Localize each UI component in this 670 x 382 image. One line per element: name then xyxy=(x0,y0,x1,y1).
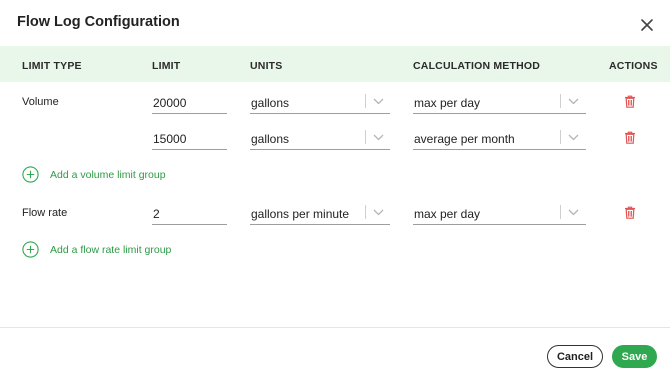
header-actions: ACTIONS xyxy=(609,60,658,72)
select-divider xyxy=(365,94,366,108)
trash-icon[interactable] xyxy=(624,206,636,219)
units-select-value: gallons per minute xyxy=(251,207,350,221)
units-select[interactable]: gallons xyxy=(250,90,390,114)
select-divider xyxy=(365,130,366,144)
plus-circle-icon xyxy=(22,241,39,258)
calculation-method-select[interactable]: max per day xyxy=(413,90,586,114)
header-calculation-method: CALCULATION METHOD xyxy=(413,60,541,72)
limit-input[interactable] xyxy=(152,126,227,150)
row-label-volume: Volume xyxy=(22,96,59,108)
select-divider xyxy=(560,130,561,144)
calculation-method-select[interactable]: average per month xyxy=(413,126,586,150)
save-button[interactable]: Save xyxy=(612,345,657,368)
method-select-value: average per month xyxy=(414,132,515,146)
units-select[interactable]: gallons per minute xyxy=(250,201,390,225)
method-select-value: max per day xyxy=(414,96,481,110)
limit-input[interactable] xyxy=(152,201,227,225)
flow-log-config-dialog: Flow Log Configuration LIMIT TYPE LIMIT … xyxy=(0,0,670,382)
select-divider xyxy=(365,205,366,219)
cancel-button[interactable]: Cancel xyxy=(547,345,603,368)
row-label-flow-rate: Flow rate xyxy=(22,207,68,219)
header-limit: LIMIT xyxy=(152,60,181,72)
method-select-value: max per day xyxy=(414,207,481,221)
select-divider xyxy=(560,94,561,108)
header-limit-type: LIMIT TYPE xyxy=(22,60,82,72)
chevron-down-icon xyxy=(568,209,579,216)
add-flow-rate-label: Add a flow rate limit group xyxy=(50,243,172,256)
chevron-down-icon xyxy=(373,209,384,216)
footer-divider xyxy=(0,327,670,328)
add-flow-rate-limit-group-button[interactable]: Add a flow rate limit group xyxy=(22,241,171,258)
chevron-down-icon xyxy=(568,134,579,141)
add-volume-limit-group-button[interactable]: Add a volume limit group xyxy=(22,166,166,183)
trash-icon[interactable] xyxy=(624,131,636,144)
header-units: UNITS xyxy=(250,60,283,72)
plus-circle-icon xyxy=(22,166,39,183)
chevron-down-icon xyxy=(568,98,579,105)
chevron-down-icon xyxy=(373,98,384,105)
close-icon[interactable] xyxy=(638,16,656,34)
units-select-value: gallons xyxy=(251,96,290,110)
select-divider xyxy=(560,205,561,219)
chevron-down-icon xyxy=(373,134,384,141)
table-header xyxy=(0,46,670,82)
trash-icon[interactable] xyxy=(624,95,636,108)
units-select[interactable]: gallons xyxy=(250,126,390,150)
units-select-value: gallons xyxy=(251,132,290,146)
add-volume-label: Add a volume limit group xyxy=(50,168,166,181)
dialog-title: Flow Log Configuration xyxy=(17,14,180,30)
limit-input[interactable] xyxy=(152,90,227,114)
calculation-method-select[interactable]: max per day xyxy=(413,201,586,225)
